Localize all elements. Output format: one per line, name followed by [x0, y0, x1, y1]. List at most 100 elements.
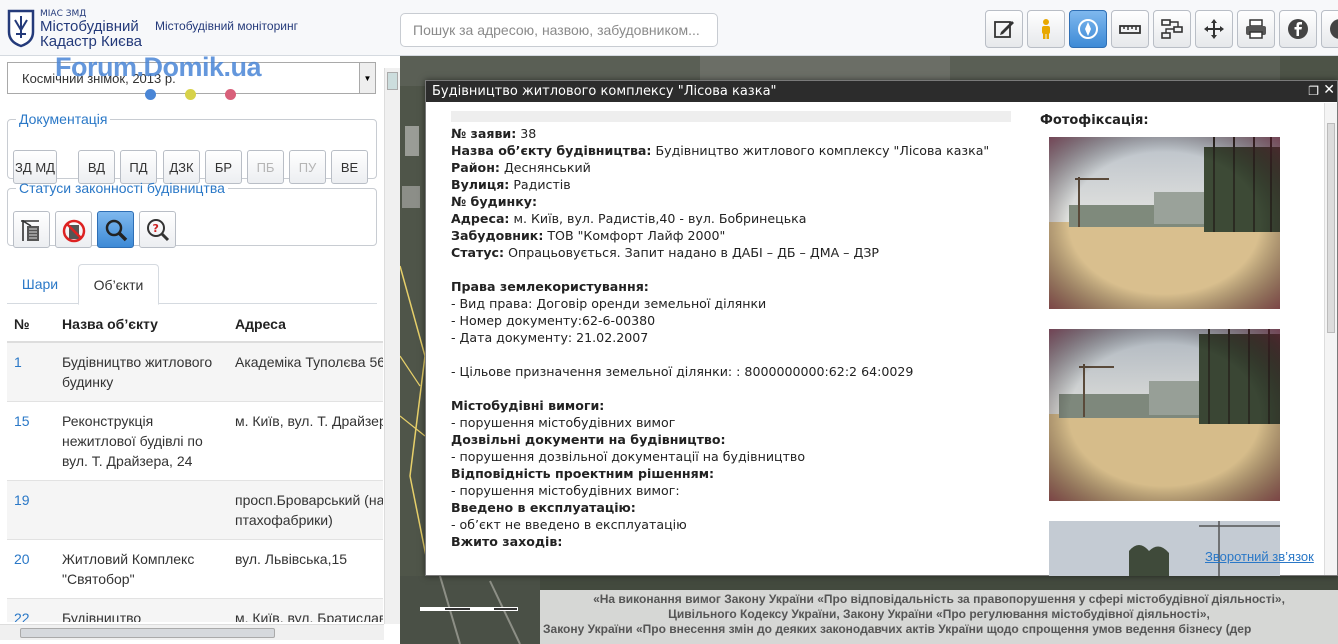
scrollbar-thumb[interactable]	[1327, 123, 1335, 333]
row-name: Житловий Комплекс "Святобор"	[55, 539, 228, 599]
field-district: Район: Деснянський	[451, 160, 591, 175]
column-header-address[interactable]: Адреса	[228, 306, 383, 343]
building-crane-icon	[20, 219, 39, 241]
row-number[interactable]: 15	[7, 401, 55, 481]
popup-details: № заяви: 38 Назва об’єкту будівництва: Б…	[451, 111, 1011, 551]
search-icon	[105, 219, 127, 241]
edit-button[interactable]	[985, 10, 1023, 48]
table-row[interactable]: 1 Будівництво житлового будинку Академік…	[7, 341, 383, 402]
watermark-dot	[145, 89, 156, 100]
app-subtitle: Містобудівний моніторинг	[155, 19, 298, 33]
status-checking-button[interactable]	[97, 211, 134, 248]
navigation-button[interactable]	[1069, 10, 1107, 48]
row-number[interactable]: 1	[7, 341, 55, 402]
table-row[interactable]: 15 Реконструкція нежитлової будівлі по в…	[7, 401, 383, 481]
status-legal-button[interactable]	[13, 211, 50, 248]
scheme-button[interactable]	[1153, 10, 1191, 48]
street-view-button[interactable]	[1027, 10, 1065, 48]
row-address: вул. Львівська,15	[228, 539, 383, 599]
table-row[interactable]: 19 просп.Броварський (на птахофабрики)	[7, 480, 383, 540]
documentation-group: Документація ЗД МД ВД ПД ДЗК БР ПБ ПУ ВЕ	[7, 111, 377, 184]
help-icon	[1330, 19, 1338, 39]
legal-notice-line: Закону України «Про внесення змін до дея…	[543, 622, 1252, 636]
feedback-link[interactable]: Зворотний зв’язок	[1205, 549, 1314, 564]
doc-button-vd[interactable]: ВД	[78, 150, 115, 184]
legality-status-legend: Статуси законності будівництва	[19, 180, 225, 196]
objects-table: № Назва об’єкту Адреса 1 Будівництво жит…	[7, 306, 383, 622]
site-photo-image	[1049, 329, 1280, 501]
popup-titlebar[interactable]: Будівництво житлового комплексу "Лісова …	[426, 81, 1337, 102]
site-photo[interactable]	[1049, 137, 1280, 309]
table-row[interactable]: 20 Житловий Комплекс "Святобор" вул. Льв…	[7, 539, 383, 599]
doc-button-pb: ПБ	[247, 150, 284, 184]
field-street: Вулиця: Радистів	[451, 177, 571, 192]
requirement-heading: Вжито заходів:	[451, 534, 563, 549]
requirement-heading: Введено в експлуатацію:	[451, 500, 636, 515]
doc-button-pd[interactable]: ПД	[120, 150, 157, 184]
doc-button-dzk[interactable]: ДЗК	[163, 150, 200, 184]
table-header-row: № Назва об’єкту Адреса	[7, 306, 383, 343]
row-name: Будівництво	[55, 598, 228, 622]
close-icon[interactable]: ✕	[1323, 82, 1335, 98]
field-address: Адреса: м. Київ, вул. Радистів,40 - вул.…	[451, 211, 807, 226]
land-purpose: - Цільове призначення земельної ділянки:…	[451, 364, 914, 379]
tab-objects[interactable]: Об’єкти	[78, 264, 159, 305]
requirement-heading: Відповідність проектним рішенням:	[451, 466, 715, 481]
field-application-number: № заяви: 38	[451, 126, 537, 141]
field-building-number: № будинку:	[451, 194, 538, 209]
chevron-down-icon[interactable]: ▼	[359, 63, 375, 93]
maximize-icon[interactable]: ❐	[1308, 84, 1319, 98]
row-number[interactable]: 19	[7, 480, 55, 540]
row-address: м. Київ, вул. Т. Драйзера	[228, 401, 383, 481]
watermark-dot	[225, 89, 236, 100]
edit-icon	[994, 21, 1014, 38]
status-illegal-button[interactable]	[55, 211, 92, 248]
doc-button-zd-md[interactable]: ЗД МД	[13, 150, 57, 184]
requirement-value: - порушення дозвільної документації на б…	[451, 449, 806, 464]
column-header-name[interactable]: Назва об’єкту	[55, 306, 228, 343]
land-rights-line: - Вид права: Договір оренди земельної ді…	[451, 296, 767, 311]
map-scale-bar	[420, 607, 518, 611]
left-panel-horizontal-scrollbar[interactable]	[0, 624, 384, 640]
requirement-value: - порушення містобудівних вимог:	[451, 483, 680, 498]
print-button[interactable]	[1237, 10, 1275, 48]
field-object-name: Назва об’єкту будівництва: Будівництво ж…	[451, 143, 990, 158]
requirement-value: - порушення містобудівних вимог	[451, 415, 676, 430]
status-unknown-button[interactable]: ?	[139, 211, 176, 248]
doc-button-ve[interactable]: ВЕ	[331, 150, 368, 184]
kyiv-emblem-icon[interactable]	[6, 8, 36, 48]
pan-button[interactable]	[1195, 10, 1233, 48]
ruler-icon	[1119, 25, 1141, 34]
row-number[interactable]: 20	[7, 539, 55, 599]
help-button[interactable]	[1321, 10, 1338, 48]
person-icon	[1042, 19, 1050, 39]
facebook-icon	[1288, 19, 1308, 39]
requirement-heading: Містобудівні вимоги:	[451, 398, 605, 413]
row-name: Реконструкція нежитлової будівлі по вул.…	[55, 401, 228, 481]
column-header-number[interactable]: №	[7, 306, 55, 343]
legal-notice: «На виконання вимог Закону України «Про …	[540, 590, 1338, 644]
popup-vertical-scrollbar[interactable]	[1324, 103, 1337, 575]
requirement-value: - об’єкт не введено в експлуатацію	[451, 517, 687, 532]
field-status: Статус: Опрацьовується. Запит надано в Д…	[451, 245, 879, 260]
requirement-heading: Дозвільні документи на будівництво:	[451, 432, 726, 447]
row-address: м. Київ, вул. Братислав	[228, 598, 383, 622]
site-photo[interactable]	[1049, 329, 1280, 501]
row-name	[55, 480, 228, 540]
legal-notice-line: Цивільного Кодексу України, Закону Украї…	[668, 607, 1210, 621]
forum-watermark: Forum.Domik.ua	[55, 52, 262, 82]
left-panel-vertical-scrollbar[interactable]	[384, 68, 400, 624]
scrollbar-thumb[interactable]	[387, 72, 398, 90]
scrollbar-thumb[interactable]	[20, 628, 275, 638]
tab-layers[interactable]: Шари	[7, 264, 73, 304]
left-panel: Космічний знімок, 2013 р. ▼ Документація…	[0, 56, 400, 644]
row-name: Будівництво житлового будинку	[55, 341, 228, 402]
search-input[interactable]	[400, 13, 718, 47]
table-row[interactable]: 22 Будівництво м. Київ, вул. Братислав	[7, 598, 383, 622]
row-number[interactable]: 22	[7, 598, 55, 622]
doc-button-br[interactable]: БР	[205, 150, 242, 184]
field-developer: Забудовник: ТОВ "Комфорт Лайф 2000"	[451, 228, 726, 243]
measure-button[interactable]	[1111, 10, 1149, 48]
compass-icon	[1078, 19, 1098, 39]
facebook-button[interactable]	[1279, 10, 1317, 48]
